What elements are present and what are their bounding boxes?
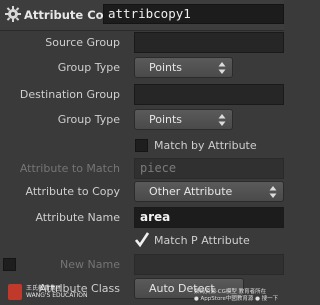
- match-by-attribute-checkbox[interactable]: [135, 139, 148, 152]
- destination-group-type-value: Points: [149, 113, 183, 126]
- checkmark-icon[interactable]: [135, 232, 149, 248]
- new-name-row: New Name: [0, 254, 284, 276]
- attribute-class-row: Attribute Class Auto Detect: [0, 278, 284, 300]
- destination-group-field[interactable]: [134, 84, 284, 105]
- attribute-to-match-label: Attribute to Match: [19, 162, 120, 175]
- attribute-to-copy-menu[interactable]: Other Attribute: [134, 181, 284, 202]
- attribute-name-label: Attribute Name: [35, 211, 120, 224]
- destination-group-type-menu[interactable]: Points: [134, 109, 233, 130]
- attribute-to-match-row: Attribute to Match piece: [0, 158, 284, 180]
- attribute-class-value: Auto Detect: [149, 282, 215, 295]
- up-down-arrows-icon: [269, 186, 277, 198]
- node-name-field[interactable]: attribcopy1: [103, 4, 284, 24]
- destination-group-type-row: Group Type Points: [0, 109, 284, 131]
- up-down-arrows-icon: [218, 62, 226, 74]
- attribute-to-copy-value: Other Attribute: [149, 185, 233, 198]
- attribute-to-match-field[interactable]: piece: [134, 158, 284, 179]
- source-group-type-row: Group Type Points: [0, 57, 284, 79]
- attribute-to-match-value: piece: [140, 161, 177, 175]
- new-name-label: New Name: [60, 258, 120, 271]
- new-name-checkbox[interactable]: [3, 258, 16, 271]
- match-p-attribute-row: Match P Attribute: [0, 231, 284, 253]
- attribute-name-field[interactable]: area: [134, 207, 284, 228]
- source-group-type-label: Group Type: [57, 61, 120, 74]
- source-group-label: Source Group: [45, 36, 120, 49]
- attribute-name-row: Attribute Name area: [0, 207, 284, 229]
- attribute-class-label: Attribute Class: [38, 282, 120, 295]
- attribute-to-copy-row: Attribute to Copy Other Attribute: [0, 181, 284, 203]
- attribute-name-value: area: [140, 210, 171, 224]
- source-group-type-value: Points: [149, 61, 183, 74]
- gear-icon[interactable]: [4, 5, 22, 23]
- source-group-type-menu[interactable]: Points: [134, 57, 233, 78]
- match-by-attribute-label: Match by Attribute: [154, 139, 257, 152]
- attribute-to-copy-label: Attribute to Copy: [25, 185, 120, 198]
- up-down-arrows-icon: [218, 114, 226, 126]
- source-group-field[interactable]: [134, 32, 284, 53]
- attribute-class-menu[interactable]: Auto Detect: [134, 278, 244, 299]
- destination-group-label: Destination Group: [19, 88, 120, 101]
- destination-group-type-label: Group Type: [57, 113, 120, 126]
- node-header: Attribute Copy attribcopy1: [0, 0, 284, 31]
- match-p-attribute-label: Match P Attribute: [154, 234, 250, 247]
- destination-group-row: Destination Group: [0, 84, 284, 106]
- match-by-attribute-row: Match by Attribute: [0, 136, 284, 158]
- new-name-field[interactable]: [134, 254, 284, 275]
- source-group-row: Source Group: [0, 32, 284, 54]
